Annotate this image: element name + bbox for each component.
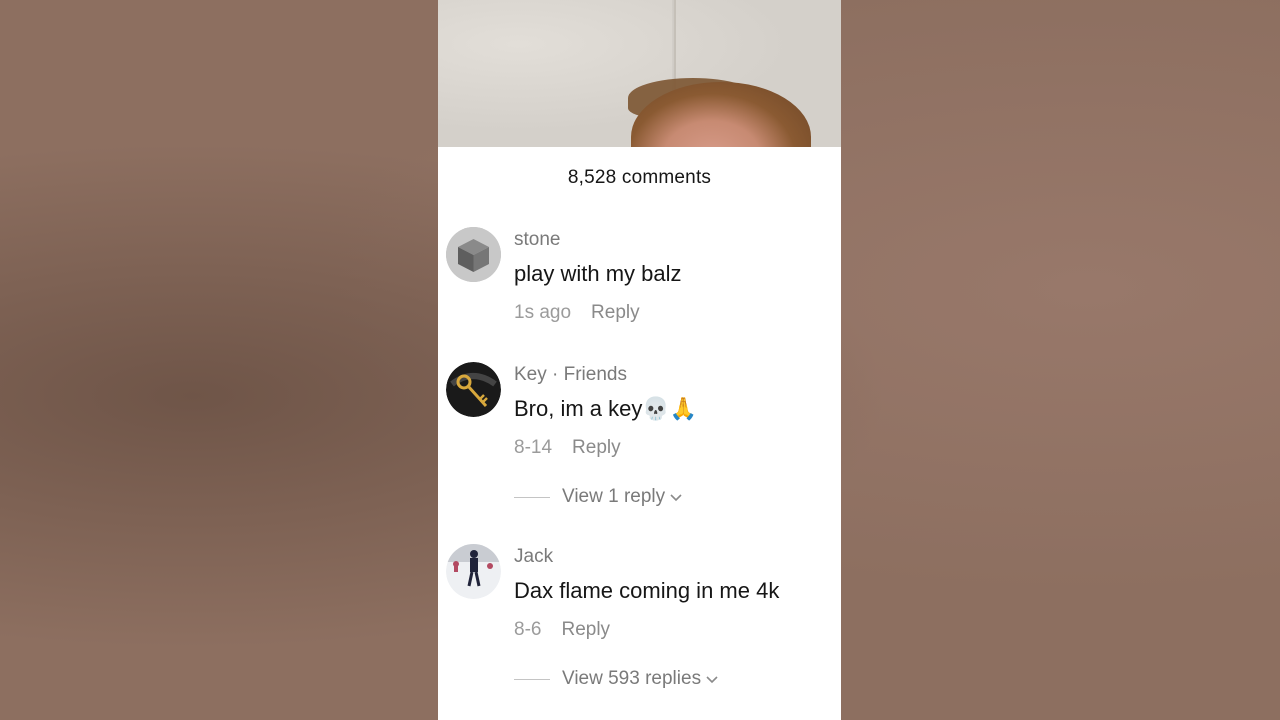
comment-meta: 1s ago Reply xyxy=(514,302,640,324)
comments-count: 8,528 comments xyxy=(567,167,712,188)
comment-username[interactable]: stone xyxy=(514,229,560,251)
stone-block-avatar[interactable] xyxy=(446,227,501,282)
phone-screen: 8,528 comments stone play with my balz 1… xyxy=(438,0,841,720)
comment-meta: 8-14 Reply xyxy=(514,437,621,459)
comments-sheet: 8,528 comments stone play with my balz 1… xyxy=(438,147,841,720)
chevron-down-icon xyxy=(706,676,718,684)
comment-time: 1s ago xyxy=(514,302,572,323)
comment-time: 8-14 xyxy=(514,437,553,458)
comment-text: play with my balz xyxy=(514,261,682,286)
comment-meta: 8-6 Reply xyxy=(514,619,610,641)
comment-username[interactable]: Jack xyxy=(514,546,553,568)
reply-button[interactable]: Reply xyxy=(561,619,610,640)
reply-button[interactable]: Reply xyxy=(591,302,640,323)
view-replies-button[interactable]: View 593 replies xyxy=(514,668,719,690)
reply-button[interactable]: Reply xyxy=(572,437,621,458)
view-replies-label: View 1 reply xyxy=(562,486,666,507)
view-replies-label: View 593 replies xyxy=(562,668,702,689)
comment-username[interactable]: Key · Friends xyxy=(514,364,627,386)
divider-line xyxy=(514,496,550,498)
golden-key-avatar[interactable] xyxy=(446,362,501,417)
video-preview[interactable] xyxy=(438,0,841,147)
view-replies-button[interactable]: View 1 reply xyxy=(514,486,683,508)
comment-text: Bro, im a key💀🙏 xyxy=(514,396,698,421)
comment-text: Dax flame coming in me 4k xyxy=(514,578,780,603)
comment-time: 8-6 xyxy=(514,619,542,640)
chevron-down-icon xyxy=(670,494,682,502)
snow-skater-avatar[interactable] xyxy=(446,544,501,599)
divider-line xyxy=(514,678,550,680)
